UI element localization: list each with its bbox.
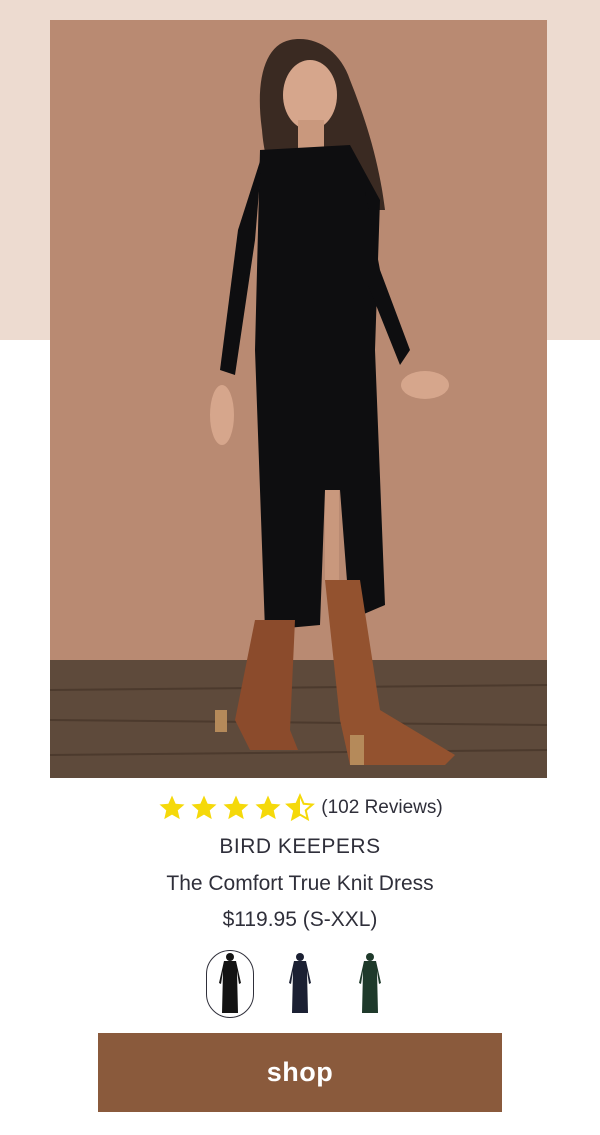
star-icon: [189, 793, 219, 823]
swatch-dark-green[interactable]: [346, 950, 394, 1018]
product-name[interactable]: The Comfort True Knit Dress: [0, 872, 600, 896]
star-rating: [157, 793, 316, 823]
dress-icon: [359, 953, 381, 1013]
swatch-navy[interactable]: [276, 950, 324, 1018]
product-photo[interactable]: [50, 20, 547, 778]
product-brand: BIRD KEEPERS: [219, 835, 381, 858]
model-photo-illustration: [50, 20, 547, 778]
dress-icon: [289, 953, 311, 1013]
product-price: $119.95 (S-XXL): [222, 908, 378, 931]
color-swatches: [0, 950, 600, 1018]
star-icon: [253, 793, 283, 823]
star-icon: [221, 793, 251, 823]
product-rating[interactable]: (102 Reviews): [0, 788, 600, 828]
review-count[interactable]: (102 Reviews): [321, 797, 442, 819]
dress-icon: [219, 953, 241, 1013]
star-half-icon: [285, 793, 316, 823]
shop-button[interactable]: shop: [98, 1033, 502, 1112]
star-icon: [157, 793, 187, 823]
swatch-black[interactable]: [206, 950, 254, 1018]
